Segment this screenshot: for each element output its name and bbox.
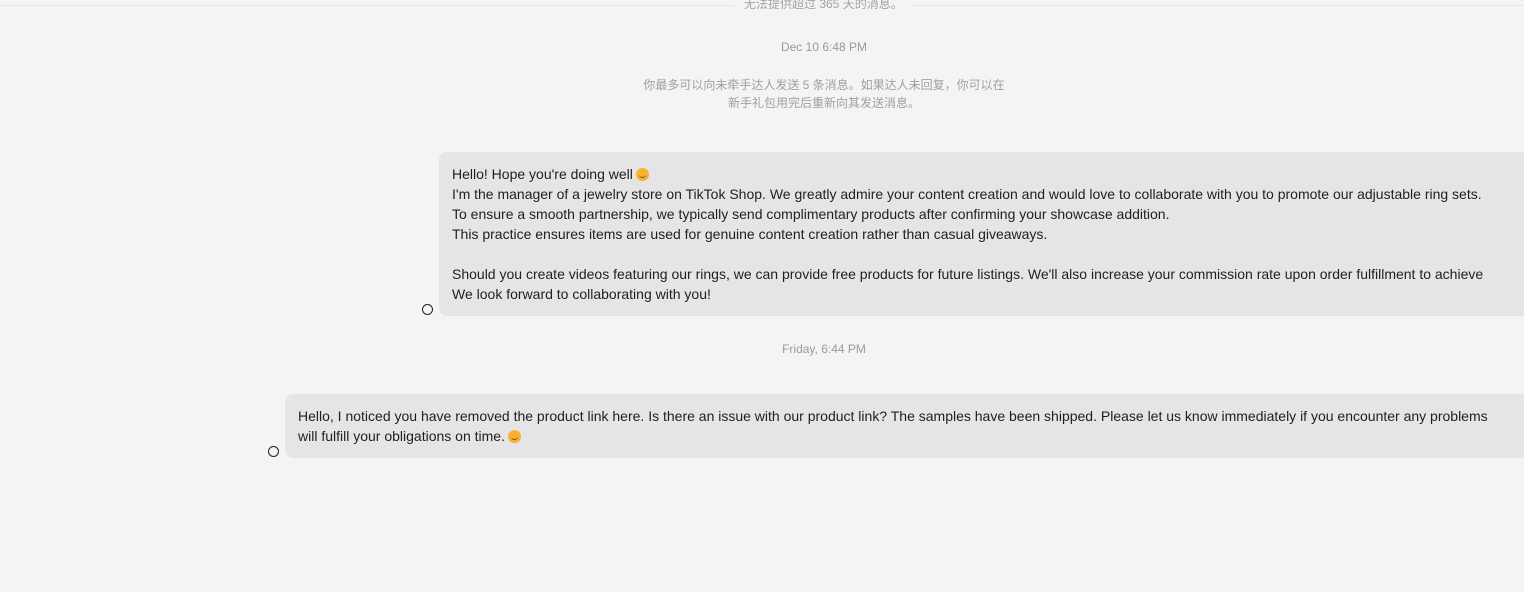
message-limit-notice: 你最多可以向未牵手达人发送 5 条消息。如果达人未回复，你可以在 新手礼包用完后… — [0, 76, 1524, 112]
message-line: This practice ensures items are used for… — [452, 226, 1048, 242]
circle-status-icon — [268, 446, 279, 457]
timestamp-dec-10: Dec 10 6:48 PM — [780, 40, 868, 54]
message-line: To ensure a smooth partnership, we typic… — [452, 206, 1170, 222]
history-limit-notice: 无法提供超过 365 天的消息。 — [734, 0, 913, 12]
message-line: Hello! Hope you're doing well — [452, 164, 1524, 184]
outgoing-message-bubble[interactable]: Hello, I noticed you have removed the pr… — [285, 394, 1524, 458]
timestamp-friday: Friday, 6:44 PM — [782, 342, 866, 356]
smiling-face-emoji-icon — [507, 430, 521, 443]
message-line: will fulfill your obligations on time. — [298, 426, 1524, 446]
message-line: Hello, I noticed you have removed the pr… — [298, 408, 1488, 424]
message-limit-notice-line-1: 你最多可以向未牵手达人发送 5 条消息。如果达人未回复，你可以在 — [643, 78, 1005, 92]
message-line: We look forward to collaborating with yo… — [452, 286, 711, 302]
circle-status-icon — [422, 304, 433, 315]
message-line: Should you create videos featuring our r… — [452, 266, 1484, 282]
outgoing-message-bubble[interactable]: Hello! Hope you're doing well I'm the ma… — [439, 152, 1524, 316]
message-limit-notice-line-2: 新手礼包用完后重新向其发送消息。 — [727, 96, 920, 110]
message-line: I'm the manager of a jewelry store on Ti… — [452, 186, 1482, 202]
smiling-face-emoji-icon — [635, 168, 649, 181]
message-line-blank — [452, 244, 1524, 264]
